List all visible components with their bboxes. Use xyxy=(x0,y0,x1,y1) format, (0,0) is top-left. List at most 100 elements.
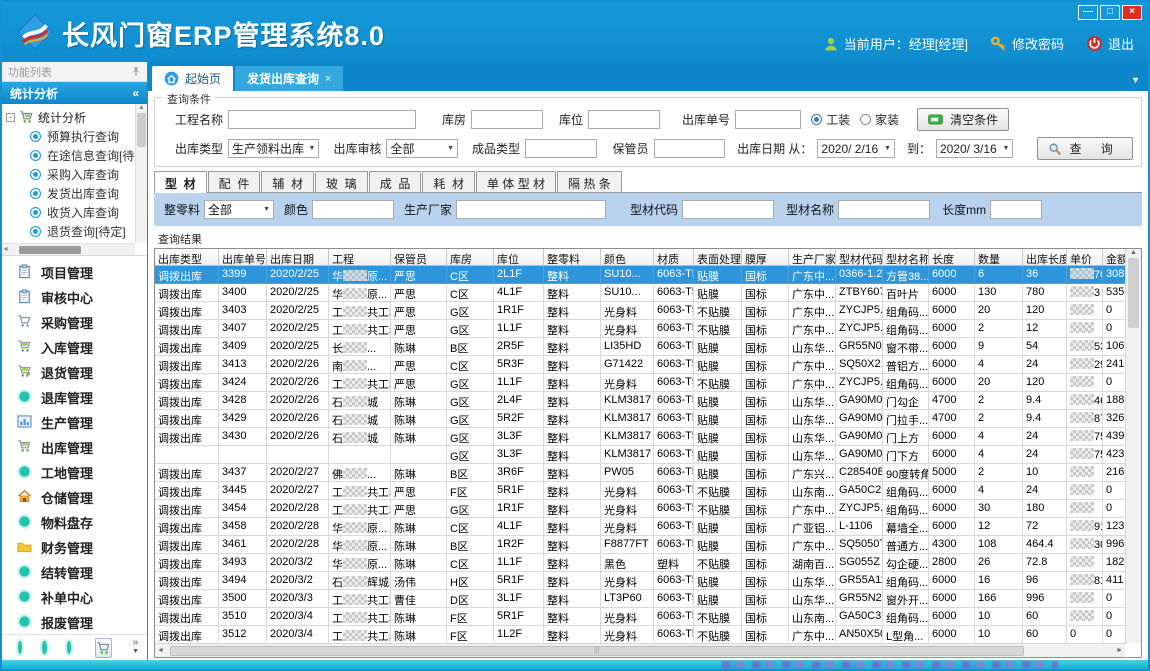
column-header-出库日期[interactable]: 出库日期 xyxy=(267,249,329,265)
column-header-整零料[interactable]: 整零料 xyxy=(544,249,601,265)
column-header-单价[interactable]: 单价 xyxy=(1067,249,1103,265)
sidebar-item-报废管理[interactable]: 报废管理 xyxy=(2,610,147,634)
section-header-stats[interactable]: 统计分析 « xyxy=(2,82,147,104)
table-row[interactable]: 调拨出库34452020/2/27工共工程严思F区5R1F整料光身料6063-T… xyxy=(155,482,1141,500)
scroll-right-icon[interactable]: ► xyxy=(1116,647,1123,654)
sidebar-item-物料盘存[interactable]: 物料盘存 xyxy=(2,510,147,535)
column-header-金额[interactable]: 金额 xyxy=(1103,249,1127,265)
sidebar-item-结转管理[interactable]: 结转管理 xyxy=(2,560,147,585)
tree-root-stats[interactable]: - 统计分析 xyxy=(6,107,133,127)
grid-vertical-scrollbar[interactable]: ▲ xyxy=(1125,249,1141,643)
sidebar-item-退货管理[interactable]: 退货管理 xyxy=(2,360,147,385)
tab-overflow-icon[interactable]: ▼ xyxy=(1131,75,1140,85)
column-header-保管员[interactable]: 保管员 xyxy=(391,249,447,265)
sidebar-item-项目管理[interactable]: 项目管理 xyxy=(2,260,147,285)
maker-input[interactable] xyxy=(456,200,606,219)
tree-item-收货入库查询[interactable]: 收货入库查询 xyxy=(6,203,133,222)
module-cart-button[interactable] xyxy=(95,638,112,658)
table-row[interactable]: 调拨出库35002020/3/3工共工程曹佳D区3L1F整料LT3P606063… xyxy=(155,590,1141,608)
collapse-icon[interactable]: « xyxy=(132,86,139,100)
change-password-button[interactable]: 修改密码 xyxy=(990,34,1064,53)
sidebar-item-入库管理[interactable]: 入库管理 xyxy=(2,335,147,360)
module-dot-icon[interactable] xyxy=(42,641,46,654)
profile-name-input[interactable] xyxy=(838,200,930,219)
table-row[interactable]: 调拨出库34242020/2/26工共工程严思G区1L1F整料光身料6063-T… xyxy=(155,374,1141,392)
module-dot-icon[interactable] xyxy=(18,641,22,654)
keeper-input[interactable] xyxy=(654,139,726,158)
order-no-input[interactable] xyxy=(735,110,801,129)
module-dot-icon[interactable] xyxy=(67,641,71,654)
table-row[interactable]: 调拨出库34582020/2/28华原...陈琳C区4L1F整料光身料6063-… xyxy=(155,518,1141,536)
sidebar-item-工地管理[interactable]: 工地管理 xyxy=(2,460,147,485)
column-header-工程[interactable]: 工程 xyxy=(329,249,391,265)
radio-gongzhuang[interactable]: 工装 xyxy=(811,111,850,128)
out-type-select[interactable]: 生产领料出库▼ xyxy=(228,139,319,158)
tree-item-采购入库查询[interactable]: 采购入库查询 xyxy=(6,165,133,184)
tree-horizontal-scrollbar[interactable]: ◄ xyxy=(2,243,135,255)
sidebar-item-采购管理[interactable]: 采购管理 xyxy=(2,310,147,335)
length-input[interactable] xyxy=(990,200,1042,219)
warehouse-input[interactable] xyxy=(471,110,543,129)
material-tab-1[interactable]: 型 材 xyxy=(154,171,207,193)
scroll-up-icon[interactable]: ▲ xyxy=(136,104,147,111)
scrollbar-thumb[interactable] xyxy=(137,113,146,147)
whole-part-select[interactable]: 全部▼ xyxy=(204,200,274,219)
column-header-生产厂家[interactable]: 生产厂家 xyxy=(789,249,836,265)
column-header-库位[interactable]: 库位 xyxy=(494,249,544,265)
column-header-出库类型[interactable]: 出库类型 xyxy=(155,249,219,265)
scroll-left-icon[interactable]: ◄ xyxy=(2,246,9,253)
material-tab-8[interactable]: 隔 热 条 xyxy=(557,171,622,192)
table-row[interactable]: 调拨出库34612020/2/28华原...陈琳B区1R2F整料F8877FT6… xyxy=(155,536,1141,554)
sidebar-item-出库管理[interactable]: 出库管理 xyxy=(2,435,147,460)
table-row[interactable]: 调拨出库35122020/3/4工共工程陈琳F区1L2F整料光身料6063-T5… xyxy=(155,626,1141,644)
close-button[interactable]: × xyxy=(1122,5,1142,20)
table-row[interactable]: 调拨出库33992020/2/25华原...严思C区2L1F整料SU10...6… xyxy=(155,266,1141,284)
tree-item-退货查询[待定][interactable]: 退货查询[待定] xyxy=(6,222,133,241)
material-tab-6[interactable]: 耗 材 xyxy=(422,171,475,192)
table-row[interactable]: 调拨出库34072020/2/25工共工程严思G区1L1F整料光身料6063-T… xyxy=(155,320,1141,338)
table-row[interactable]: G区3L3F整料KLM38176063-T5贴膜国标山东华...GA90M09.… xyxy=(155,446,1141,464)
sidebar-item-仓储管理[interactable]: 仓储管理 xyxy=(2,485,147,510)
sidebar-item-审核中心[interactable]: 审核中心 xyxy=(2,285,147,310)
date-from-picker[interactable]: 2020/ 2/16▼ xyxy=(817,139,895,158)
scrollbar-thumb[interactable]: ||| xyxy=(170,646,1024,656)
sidebar-item-退库管理[interactable]: 退库管理 xyxy=(2,385,147,410)
tree-item-预算执行查询[interactable]: 预算执行查询 xyxy=(6,127,133,146)
column-header-出库长度[interactable]: 出库长度 xyxy=(1023,249,1067,265)
search-button[interactable]: 查 询 xyxy=(1037,137,1133,160)
tab-close-icon[interactable]: × xyxy=(325,73,331,85)
table-row[interactable]: 调拨出库34032020/2/25工共工程严思G区1R1F整料光身料6063-T… xyxy=(155,302,1141,320)
product-type-input[interactable] xyxy=(525,139,597,158)
table-row[interactable]: 调拨出库34132020/2/26南...严思C区5R3F整料G71422606… xyxy=(155,356,1141,374)
radio-jiazhuang[interactable]: 家装 xyxy=(860,111,899,128)
color-input[interactable] xyxy=(312,200,394,219)
audit-select[interactable]: 全部▼ xyxy=(386,139,458,158)
table-row[interactable]: 调拨出库34092020/2/25长...陈琳B区2R5F整料LI35HD606… xyxy=(155,338,1141,356)
sidebar-item-补单中心[interactable]: 补单中心 xyxy=(2,585,147,610)
column-header-型材代码[interactable]: 型材代码 xyxy=(836,249,883,265)
scroll-up-icon[interactable]: ▲ xyxy=(1126,249,1141,256)
tab-shipping-query[interactable]: 发货出库查询 × xyxy=(235,66,343,91)
date-to-picker[interactable]: 2020/ 3/16▼ xyxy=(936,139,1014,158)
column-header-表面处理[interactable]: 表面处理 xyxy=(694,249,742,265)
material-tab-7[interactable]: 单 体 型 材 xyxy=(476,171,556,192)
material-tab-3[interactable]: 辅 材 xyxy=(261,171,314,192)
column-header-库房[interactable]: 库房 xyxy=(447,249,494,265)
material-tab-5[interactable]: 成 品 xyxy=(369,171,422,192)
table-row[interactable]: 调拨出库34002020/2/25华原...严思C区4L1F整料SU10...6… xyxy=(155,284,1141,302)
column-header-材质[interactable]: 材质 xyxy=(654,249,694,265)
sidebar-item-财务管理[interactable]: 财务管理 xyxy=(2,535,147,560)
table-row[interactable]: 调拨出库34282020/2/26石城陈琳G区2L4F整料KLM38176063… xyxy=(155,392,1141,410)
logout-button[interactable]: 退出 xyxy=(1086,34,1134,53)
table-row[interactable]: 调拨出库34292020/2/26石城陈琳G区5R2F整料KLM38176063… xyxy=(155,410,1141,428)
pin-icon[interactable] xyxy=(131,66,141,77)
scrollbar-thumb[interactable] xyxy=(19,246,81,254)
table-row[interactable]: 调拨出库34932020/3/2华原...陈琳C区1L1F整料黑色塑料不贴膜国标… xyxy=(155,554,1141,572)
location-input[interactable] xyxy=(588,110,660,129)
profile-code-input[interactable] xyxy=(682,200,774,219)
tree-item-在途信息查询[待[interactable]: 在途信息查询[待 xyxy=(6,146,133,165)
sidebar-item-生产管理[interactable]: 生产管理 xyxy=(2,410,147,435)
minimize-button[interactable]: — xyxy=(1078,5,1098,20)
expander-icon[interactable]: - xyxy=(6,113,15,122)
project-name-input[interactable] xyxy=(228,110,416,129)
